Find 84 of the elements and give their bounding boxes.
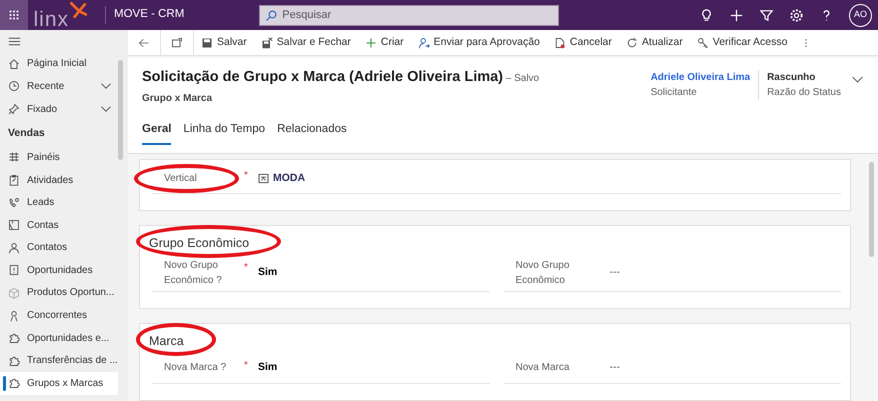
document-cancel-icon	[554, 36, 566, 48]
required-mark: *	[244, 262, 248, 273]
puzzle-icon	[8, 377, 20, 390]
field-value: ---	[610, 360, 620, 376]
command-button[interactable]: Salvar e Fechar	[254, 30, 358, 56]
search-field[interactable]: Pesquisar	[259, 4, 560, 26]
field-label: Vertical	[163, 172, 198, 186]
clipboard-icon	[8, 174, 20, 186]
alert-page-icon	[8, 264, 20, 276]
app-launcher-icon	[7, 8, 21, 22]
home-icon	[8, 58, 20, 70]
nav-item[interactable]: Produtos Oportun...	[0, 282, 118, 304]
back-arrow-icon	[138, 36, 150, 48]
required-mark: *	[244, 360, 248, 370]
nav-item[interactable]: Fixado	[0, 98, 118, 120]
plus-icon	[364, 36, 377, 48]
dashboard-icon	[8, 151, 20, 164]
nav-item[interactable]: Recente	[0, 75, 118, 98]
key-icon	[696, 36, 709, 48]
puzzle-icon	[8, 332, 20, 344]
field-label: Nova Marca	[514, 361, 570, 376]
puzzle-icon	[8, 354, 20, 367]
record-title: Solicitação de Grupo x Marca (Adriele Oliveira Lima)	[142, 68, 504, 87]
refresh-icon	[626, 36, 638, 48]
scrollbar-thumb[interactable]	[118, 60, 123, 160]
command-button[interactable]: Enviar para Aprovação	[410, 30, 547, 56]
save-icon	[201, 36, 213, 48]
clock-icon	[8, 80, 20, 92]
nav-group-title: Vendas	[7, 126, 46, 142]
field-value: Sim	[258, 265, 278, 280]
nav-item[interactable]: Oportunidades e...	[0, 326, 118, 350]
nav-item[interactable]: Grupos x Marcas	[0, 372, 118, 395]
phone-person-icon	[8, 196, 20, 209]
person-send-icon	[418, 36, 430, 48]
required-mark: *	[244, 170, 248, 181]
search-icon	[265, 10, 278, 22]
person-icon	[8, 242, 20, 254]
building-icon	[8, 219, 20, 232]
record-icon	[258, 173, 269, 184]
pin-icon	[8, 103, 20, 116]
settings-icon	[788, 8, 804, 22]
nav-item[interactable]: Transferências de ...	[0, 349, 118, 372]
status-value: Rascunho	[767, 71, 816, 85]
status-label: Razão do Status	[767, 86, 841, 100]
command-button[interactable]: Criar	[358, 30, 411, 56]
command-button[interactable]: Atualizar	[618, 30, 690, 56]
field-label: Novo Grupo Econômico ?	[163, 258, 223, 288]
scrollbar-thumb[interactable]	[869, 162, 874, 257]
save-close-icon	[260, 36, 273, 48]
user-avatar[interactable]: AO	[849, 4, 872, 26]
nav-item[interactable]: Concorrentes	[0, 304, 118, 327]
field-label: Novo Grupo Econômico	[514, 258, 570, 288]
owner-link[interactable]: Adriele Oliveira Lima	[650, 70, 750, 85]
tab[interactable]: Relacionados	[277, 120, 347, 145]
box-icon	[8, 286, 20, 299]
nav-item[interactable]: Página Inicial	[0, 52, 118, 76]
section-title: Grupo Econômico	[148, 236, 250, 250]
command-button[interactable]: Cancelar	[546, 30, 619, 56]
section-title: Marca	[148, 334, 184, 348]
command-button[interactable]: Verificar Acesso	[690, 30, 794, 56]
plus-icon	[728, 8, 744, 22]
lookup-value[interactable]: MODA	[258, 170, 306, 186]
filter-icon	[758, 8, 774, 22]
entity-name: Grupo x Marca	[142, 92, 214, 106]
field-label: Nova Marca ?	[163, 361, 228, 376]
logo-mark-icon	[69, 0, 88, 18]
person-badge-icon	[8, 310, 20, 322]
nav-item[interactable]: Contas	[0, 214, 118, 236]
app-title: MOVE - CRM	[105, 6, 184, 24]
save-status: – Salvo	[506, 72, 540, 86]
nav-item[interactable]: Leads	[0, 191, 118, 214]
field-value: ---	[610, 265, 620, 280]
command-button[interactable]: Salvar	[194, 30, 254, 56]
nav-item[interactable]: Contatos	[0, 236, 118, 260]
logo-text: linx	[34, 8, 70, 30]
nav-item[interactable]: Atividades	[0, 168, 118, 192]
nav-item[interactable]: Oportunidades	[0, 259, 118, 282]
popout-icon	[171, 36, 183, 48]
nav-item[interactable]: Painéis	[0, 146, 118, 169]
app-launcher-button[interactable]	[0, 0, 28, 30]
tab[interactable]: Geral	[142, 120, 172, 145]
owner-label: Solicitante	[650, 86, 698, 100]
tab[interactable]: Linha do Tempo	[183, 120, 266, 145]
field-value: Sim	[258, 360, 278, 376]
